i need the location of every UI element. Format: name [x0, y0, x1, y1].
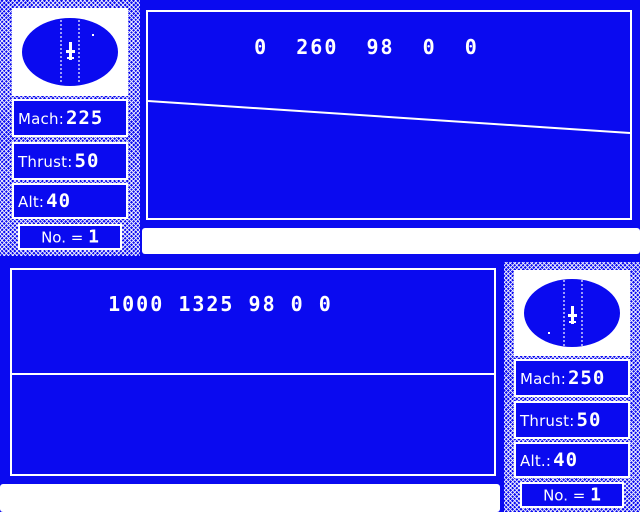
p2-count-box: No. = 1	[520, 482, 624, 508]
status-value: 98	[248, 292, 277, 316]
thrust-label: Thrust:	[18, 153, 73, 171]
p1-thrust-gauge: Thrust: 50	[12, 142, 128, 180]
status-value: 0	[422, 35, 437, 59]
status-value: 260	[296, 35, 339, 59]
status-value: 98	[366, 35, 395, 59]
p2-status-line: 1000 1325 98 0 0	[80, 268, 333, 316]
count-value: 1	[590, 484, 601, 506]
p1-radar-scope	[12, 8, 128, 96]
status-value: 0	[464, 35, 479, 59]
p1-mach-gauge: Mach: 225	[12, 99, 128, 137]
thrust-label: Thrust:	[520, 412, 575, 430]
count-label: No. =	[41, 228, 84, 247]
status-value: 1325	[178, 292, 235, 316]
p2-message-bar	[0, 484, 500, 512]
mach-label: Mach:	[520, 370, 566, 388]
count-value: 1	[88, 226, 99, 248]
p1-alt-gauge: Alt: 40	[12, 183, 128, 219]
p2-mach-gauge: Mach: 250	[514, 359, 630, 397]
status-value: 1000	[108, 292, 165, 316]
p2-radar-scope	[514, 270, 630, 356]
mach-label: Mach:	[18, 110, 64, 128]
thrust-value: 50	[74, 150, 100, 172]
status-value: 0	[254, 35, 269, 59]
mach-value: 250	[567, 367, 606, 389]
count-label: No. =	[543, 486, 586, 505]
alt-label: Alt.:	[520, 452, 552, 470]
alt-label: Alt:	[18, 193, 45, 211]
p1-count-box: No. = 1	[18, 224, 122, 250]
p2-alt-gauge: Alt.: 40	[514, 442, 630, 478]
status-value: 0	[318, 292, 333, 316]
thrust-value: 50	[576, 409, 602, 431]
p2-thrust-gauge: Thrust: 50	[514, 401, 630, 439]
p1-message-bar	[142, 228, 640, 254]
p1-status-line: 0 260 98 0 0	[226, 11, 479, 59]
status-value: 0	[290, 292, 305, 316]
mach-value: 225	[65, 107, 104, 129]
alt-value: 40	[553, 449, 579, 471]
alt-value: 40	[46, 190, 72, 212]
